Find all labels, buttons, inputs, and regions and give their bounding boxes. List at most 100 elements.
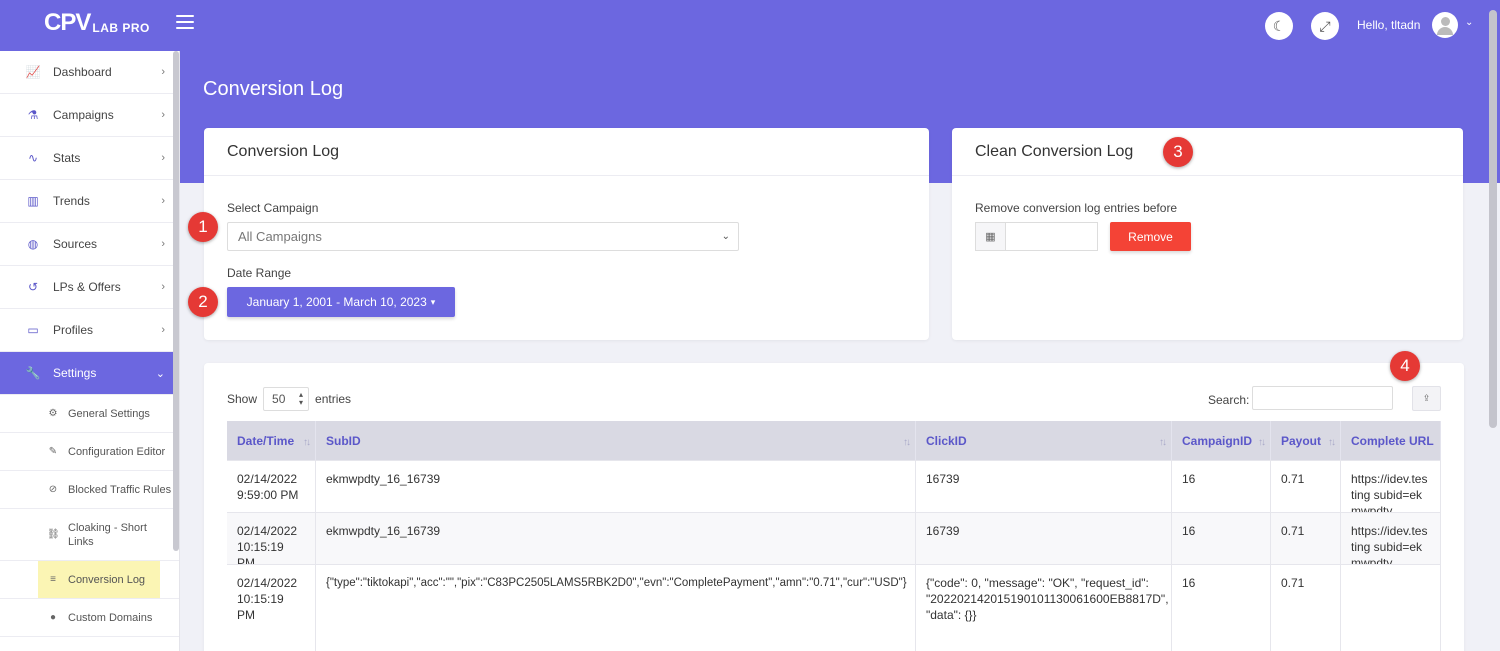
cell-datetime: 02/14/2022 10:15:19 PM	[227, 565, 316, 651]
column-header-payout[interactable]: Payout ↑↓	[1271, 421, 1341, 460]
sort-icon: ↑↓	[1258, 437, 1266, 448]
top-bar: CPV LAB PRO ☾ ⤢ Hello, tltadn ⌄	[0, 0, 1500, 51]
chevron-down-icon: ⌄	[155, 367, 165, 380]
sidebar-item-profiles[interactable]: ▭ Profiles ›	[0, 309, 179, 352]
table-header: Date/Time ↑↓ SubID ↑↓ ClickID ↑↓ CampaignID…	[227, 421, 1441, 461]
calendar-icon[interactable]: ▦	[976, 223, 1006, 250]
sidebar-subitem-configuration-editor[interactable]: ✎ Configuration Editor	[0, 433, 179, 471]
trends-icon: ▥	[27, 194, 39, 208]
sidebar-subitem-blocked-traffic-rules[interactable]: ⊘ Blocked Traffic Rules	[0, 471, 179, 509]
column-header-complete-url[interactable]: Complete URL	[1341, 421, 1441, 460]
sidebar-item-stats[interactable]: ∿ Stats ›	[0, 137, 179, 180]
sidebar-subitem-label: Cloaking - Short Links	[68, 521, 147, 548]
card-title: Clean Conversion Log	[952, 128, 1463, 176]
sidebar-item-label: Campaigns	[53, 108, 114, 122]
cell-payout: 0.71	[1271, 565, 1341, 651]
column-header-subid[interactable]: SubID ↑↓	[316, 421, 916, 460]
sort-updown-icon: ▴ ▾	[299, 390, 304, 407]
sidebar-subitem-conversion-log[interactable]: ≡ Conversion Log	[0, 561, 179, 599]
stats-icon: ∿	[27, 151, 39, 165]
chevron-down-icon[interactable]: ⌄	[1465, 17, 1473, 28]
lp-icon: ↺	[27, 280, 39, 294]
search-input[interactable]	[1252, 386, 1393, 410]
chevron-right-icon: ›	[161, 281, 165, 293]
conversion-table: Date/Time ↑↓ SubID ↑↓ ClickID ↑↓ CampaignID…	[227, 421, 1441, 651]
edit-icon: ✎	[48, 446, 58, 457]
user-greeting[interactable]: Hello, tltadn	[1357, 18, 1420, 32]
menu-toggle-icon[interactable]	[176, 15, 194, 29]
sidebar-item-label: Sources	[53, 237, 98, 251]
column-label: Date/Time	[237, 433, 295, 448]
remove-before-label: Remove conversion log entries before	[975, 201, 1178, 215]
remove-button[interactable]: Remove	[1110, 222, 1191, 251]
table-row[interactable]: 02/14/2022 9:59:00 PM ekmwpdty_16_16739 …	[227, 461, 1441, 513]
sidebar-item-campaigns[interactable]: ⚗ Campaigns ›	[0, 94, 179, 137]
date-picker[interactable]: ▦	[975, 222, 1098, 251]
column-label: CampaignID	[1182, 433, 1253, 448]
dark-mode-icon[interactable]: ☾	[1265, 12, 1293, 40]
page-scrollbar[interactable]	[1489, 10, 1497, 428]
sidebar-item-lps-offers[interactable]: ↺ LPs & Offers ›	[0, 266, 179, 309]
sidebar-item-sources[interactable]: ◍ Sources ›	[0, 223, 179, 266]
sidebar-item-trends[interactable]: ▥ Trends ›	[0, 180, 179, 223]
sort-icon: ↑↓	[1159, 437, 1167, 448]
campaign-select[interactable]: All Campaigns ⌄	[227, 222, 739, 251]
column-header-clickid[interactable]: ClickID ↑↓	[916, 421, 1172, 460]
sidebar-subitem-label: Custom Domains	[68, 611, 153, 624]
sidebar-item-settings[interactable]: 🔧 Settings ⌄	[0, 352, 179, 395]
chevron-right-icon: ›	[161, 66, 165, 78]
sidebar-item-dashboard[interactable]: 📈 Dashboard ›	[0, 51, 179, 94]
entries-select-value: 50	[272, 392, 286, 406]
sidebar-item-label: Settings	[53, 366, 97, 380]
sidebar-item-label: LPs & Offers	[53, 280, 121, 294]
logo[interactable]: CPV LAB PRO	[44, 10, 150, 36]
sidebar-item-label: Trends	[53, 194, 90, 208]
table-row[interactable]: 02/14/2022 10:15:19 PM ekmwpdty_16_16739…	[227, 513, 1441, 565]
date-range-label: Date Range	[227, 266, 292, 280]
date-picker-field[interactable]	[1006, 223, 1097, 250]
sidebar-subitem-cloaking-short-links[interactable]: ⛓ Cloaking - Short Links	[0, 509, 179, 561]
sort-icon: ↑↓	[1328, 437, 1336, 448]
cell-subid: ekmwpdty_16_16739	[316, 513, 916, 564]
cell-payout: 0.71	[1271, 513, 1341, 564]
cell-payout: 0.71	[1271, 461, 1341, 512]
cell-complete-url[interactable]: https://idev.testing subid=ekmwpdty	[1341, 461, 1441, 512]
chart-line-icon: 📈	[25, 65, 41, 79]
globe-small-icon: ●	[49, 612, 57, 623]
flask-icon: ⚗	[27, 108, 39, 122]
export-icon[interactable]: ⇪	[1412, 386, 1441, 411]
logo-sub: LAB PRO	[92, 21, 150, 35]
sidebar-subitem-label: Blocked Traffic Rules	[68, 483, 172, 496]
sidebar-subitem-label: Conversion Log	[68, 573, 146, 586]
cell-campaignid: 16	[1172, 513, 1271, 564]
column-header-datetime[interactable]: Date/Time ↑↓	[227, 421, 316, 460]
entries-select[interactable]: 50 ▴ ▾	[263, 387, 310, 411]
block-icon: ⊘	[48, 484, 58, 495]
annotation-badge-3: 3	[1163, 137, 1193, 167]
sidebar-item-label: Profiles	[53, 323, 94, 337]
sidebar-item-label: Dashboard	[53, 65, 112, 79]
column-header-campaignid[interactable]: CampaignID ↑↓	[1172, 421, 1271, 460]
page-title: Conversion Log	[203, 78, 344, 100]
chevron-right-icon: ›	[161, 195, 165, 207]
gear-icon: ⚙	[48, 408, 58, 419]
table-row[interactable]: 02/14/2022 10:15:19 PM {"type":"tiktokap…	[227, 565, 1441, 651]
cell-clickid: 16739	[916, 461, 1172, 512]
globe-icon: ◍	[27, 237, 39, 251]
cell-complete-url[interactable]	[1341, 565, 1441, 651]
cell-datetime: 02/14/2022 9:59:00 PM	[227, 461, 316, 512]
cell-complete-url[interactable]: https://idev.testing subid=ekmwpdty	[1341, 513, 1441, 564]
cell-clickid: 16739	[916, 513, 1172, 564]
annotation-badge-1: 1	[188, 212, 218, 242]
fullscreen-icon[interactable]: ⤢	[1311, 12, 1339, 40]
conversion-log-card: Conversion Log Select Campaign All Campa…	[204, 128, 929, 340]
sidebar-item-label: Stats	[53, 151, 81, 165]
date-range-button[interactable]: January 1, 2001 - March 10, 2023 ▾	[227, 287, 455, 317]
column-label: SubID	[326, 433, 361, 448]
sidebar-subitem-general-settings[interactable]: ⚙ General Settings	[0, 395, 179, 433]
avatar[interactable]	[1432, 12, 1458, 38]
clipboard-icon: ▭	[27, 323, 39, 337]
sort-icon: ↑↓	[303, 437, 311, 448]
sidebar-scrollbar[interactable]	[173, 51, 179, 551]
sidebar-subitem-custom-domains[interactable]: ● Custom Domains	[0, 599, 179, 637]
